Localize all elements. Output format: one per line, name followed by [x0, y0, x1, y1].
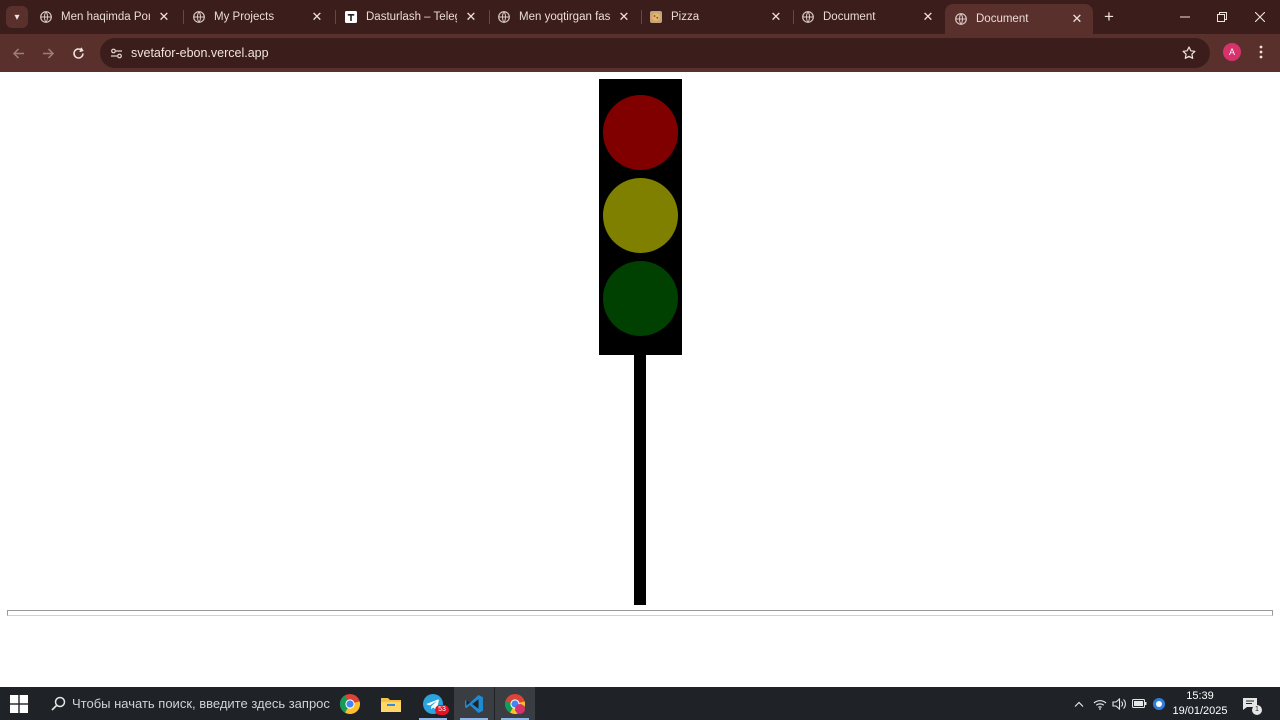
- tab-title: Men yoqtirgan fasl: [519, 11, 610, 23]
- close-icon[interactable]: ✕: [463, 9, 479, 25]
- globe-icon: [802, 11, 814, 23]
- vscode-icon: [465, 694, 483, 713]
- clock-date: 19/01/2025: [1172, 705, 1228, 717]
- yellow-light: [603, 178, 678, 253]
- windows-start-icon[interactable]: [10, 695, 28, 713]
- close-icon[interactable]: ✕: [156, 9, 172, 25]
- new-tab-plus-icon[interactable]: +: [1100, 7, 1118, 26]
- search-icon: [44, 696, 72, 711]
- show-hidden-icons-chevron-up-icon[interactable]: [1070, 687, 1088, 720]
- restore-icon[interactable]: [1211, 6, 1233, 28]
- tab-title: Men haqimda Portfolio: [61, 11, 150, 23]
- tab-title: Pizza: [671, 11, 700, 23]
- tab-title: My Projects: [214, 11, 275, 23]
- telegraph-icon: [345, 11, 357, 23]
- profile-avatar[interactable]: A: [1223, 43, 1241, 61]
- chrome-profile-taskbar-button[interactable]: [495, 687, 535, 720]
- tab-strip: ▾ Men haqimda Portfolio ✕ My Projects ✕ …: [0, 0, 1280, 34]
- vscode-taskbar-button[interactable]: [454, 687, 494, 720]
- site-settings-icon[interactable]: [108, 45, 124, 61]
- cloud-sync-icon[interactable]: [1150, 687, 1168, 720]
- tab-document[interactable]: Document ✕: [792, 4, 944, 30]
- reload-icon[interactable]: [68, 43, 88, 63]
- wifi-icon[interactable]: [1091, 687, 1109, 720]
- notification-center-icon[interactable]: 1: [1238, 687, 1262, 720]
- taskbar-search-box[interactable]: Чтобы начать поиск, введите здесь запрос: [40, 687, 330, 720]
- address-bar[interactable]: svetafor-ebon.vercel.app: [100, 38, 1210, 68]
- battery-icon[interactable]: [1130, 687, 1148, 720]
- clock-time: 15:39: [1186, 690, 1214, 702]
- search-placeholder: Чтобы начать поиск, введите здесь запрос: [72, 696, 330, 711]
- tab-my-projects[interactable]: My Projects ✕: [183, 4, 333, 30]
- globe-icon: [193, 11, 205, 23]
- windows-taskbar: Чтобы начать поиск, введите здесь запрос…: [0, 687, 1280, 720]
- globe-icon: [40, 11, 52, 23]
- globe-icon: [955, 13, 967, 25]
- traffic-light-housing: [599, 79, 682, 355]
- red-light: [603, 95, 678, 170]
- close-icon[interactable]: ✕: [920, 9, 936, 25]
- telegram-unread-badge: 53: [435, 705, 449, 715]
- tab-men-yoqtirgan-fasl[interactable]: Men yoqtirgan fasl ✕: [488, 4, 640, 30]
- tab-search-dropdown-icon[interactable]: ▾: [6, 6, 28, 28]
- tab-title: Document: [976, 13, 1029, 25]
- speaker-volume-icon[interactable]: [1110, 687, 1128, 720]
- back-arrow-icon[interactable]: [8, 43, 28, 63]
- tab-pizza[interactable]: Pizza ✕: [640, 4, 792, 30]
- chrome-profile-icon: [504, 693, 526, 714]
- chrome-taskbar-button[interactable]: [330, 687, 370, 720]
- traffic-light-pole: [634, 355, 646, 605]
- green-light: [603, 261, 678, 336]
- more-menu-icon[interactable]: [1252, 43, 1270, 61]
- globe-icon: [498, 11, 510, 23]
- url-text[interactable]: svetafor-ebon.vercel.app: [131, 46, 269, 60]
- chrome-icon: [339, 693, 361, 714]
- close-icon[interactable]: ✕: [616, 9, 632, 25]
- close-icon[interactable]: ✕: [1069, 11, 1085, 27]
- minimize-icon[interactable]: [1174, 6, 1196, 28]
- notification-count-badge: 1: [1252, 705, 1262, 715]
- ground-line: [7, 610, 1273, 616]
- tab-document-active[interactable]: Document ✕: [945, 4, 1093, 34]
- close-icon[interactable]: ✕: [768, 9, 784, 25]
- file-explorer-taskbar-button[interactable]: [371, 687, 411, 720]
- forward-arrow-icon[interactable]: [38, 43, 58, 63]
- telegram-taskbar-button[interactable]: 53: [413, 687, 453, 720]
- tab-portfolio[interactable]: Men haqimda Portfolio ✕: [30, 4, 180, 30]
- pizza-icon: [650, 11, 662, 23]
- tab-telegraph[interactable]: Dasturlash – Telegraph ✕: [335, 4, 487, 30]
- file-explorer-icon: [381, 697, 401, 712]
- browser-toolbar: svetafor-ebon.vercel.app: [0, 34, 1280, 72]
- system-clock[interactable]: 15:39 19/01/2025: [1170, 689, 1230, 719]
- close-icon[interactable]: ✕: [309, 9, 325, 25]
- tab-title: Dasturlash – Telegraph: [366, 11, 457, 23]
- bookmark-star-icon[interactable]: [1180, 44, 1198, 62]
- page-viewport: [0, 72, 1280, 687]
- window-close-icon[interactable]: [1249, 6, 1271, 28]
- tab-title: Document: [823, 11, 876, 23]
